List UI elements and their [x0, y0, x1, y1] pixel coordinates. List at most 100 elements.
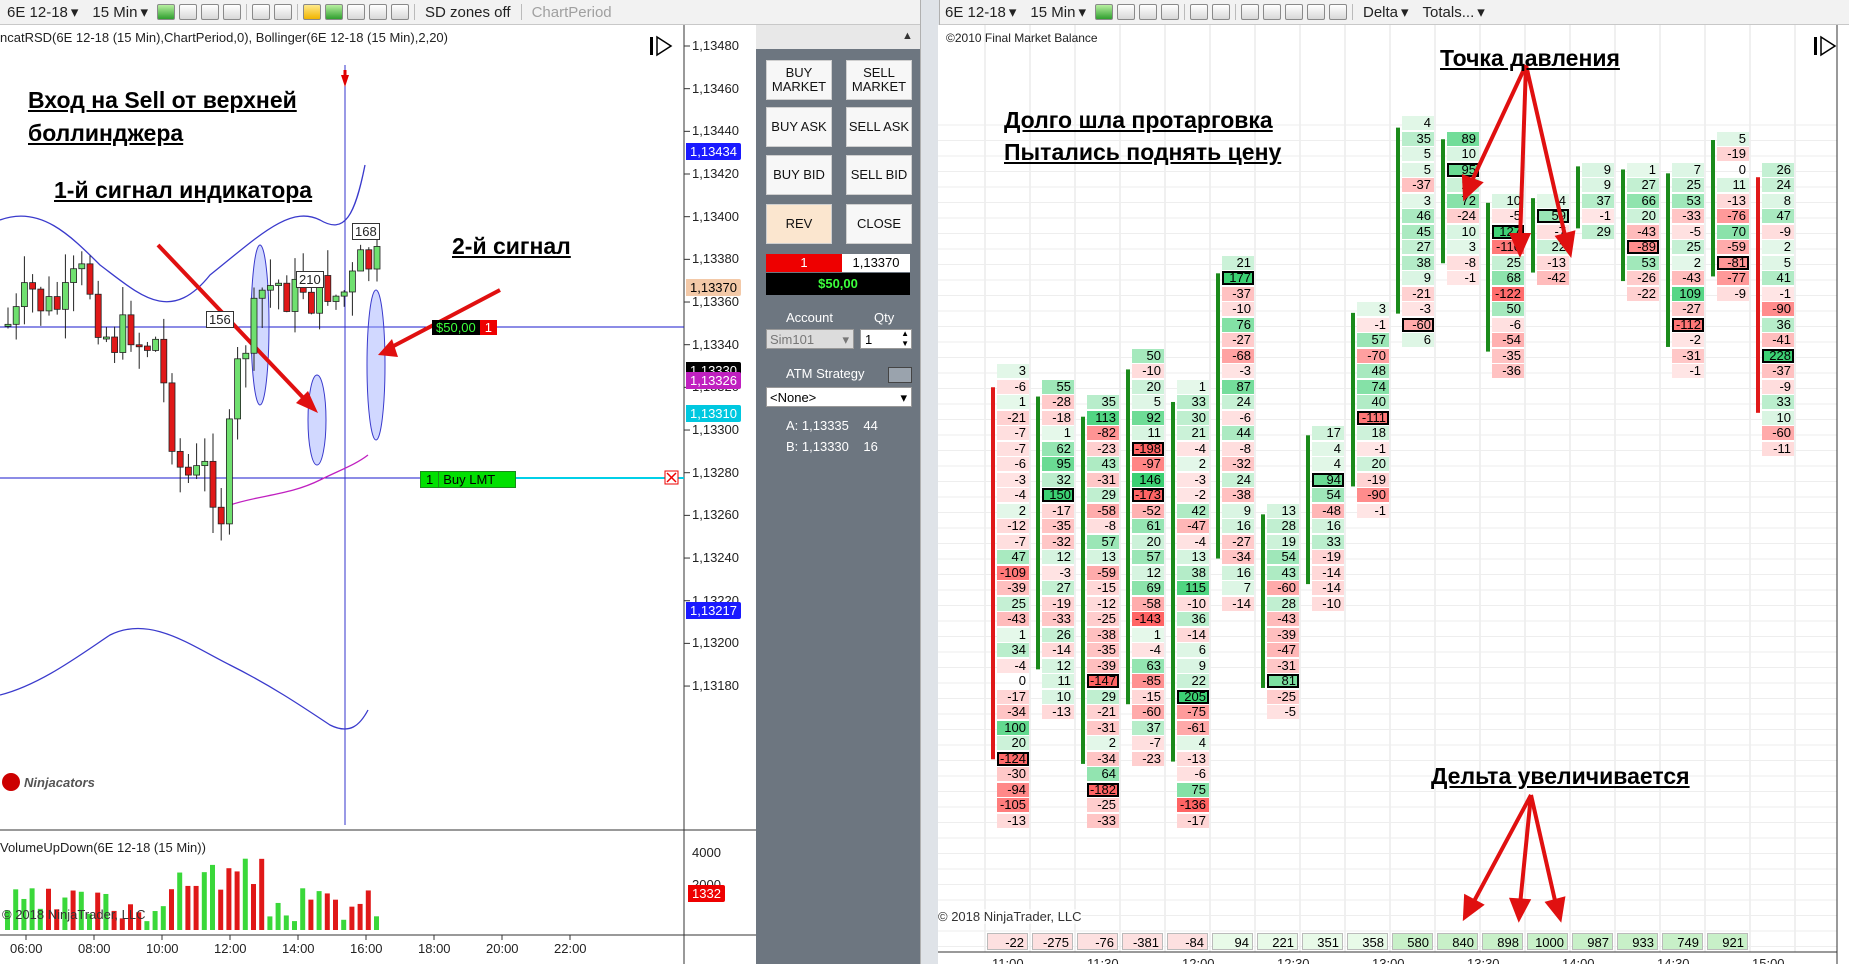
ninjacators-logo: Ninjacators	[2, 773, 95, 791]
footprint-cell: 22	[1177, 674, 1209, 688]
footprint-cell: -25	[1087, 612, 1119, 626]
delta-bar	[1036, 396, 1040, 670]
data-box-icon[interactable]	[1328, 4, 1347, 20]
footprint-cell: -13	[1177, 751, 1209, 766]
sell-market-button[interactable]: SELL MARKET	[846, 60, 912, 100]
footprint-cell: -147	[1087, 674, 1119, 688]
scroll-up-icon[interactable]: ▲	[902, 30, 913, 42]
footprint-cell: 42	[1177, 503, 1209, 518]
indicators-icon[interactable]	[1262, 4, 1281, 20]
sell-ask-button[interactable]: SELL ASK	[846, 107, 912, 147]
price-chart-pane[interactable]: ncatRSD(6E 12-18 (15 Min),ChartPeriod,0)…	[0, 25, 756, 964]
toolbar-divider	[1183, 4, 1185, 20]
sell-bid-button[interactable]: SELL BID	[846, 155, 912, 195]
zoom-icon[interactable]	[1160, 4, 1179, 20]
footprint-cell: -31	[1672, 348, 1704, 363]
candle-body	[242, 352, 250, 360]
instrument-selector[interactable]: 6E 12-18 ▾	[938, 3, 1023, 22]
position-badge[interactable]: $50,00 1	[432, 320, 497, 335]
footprint-cell: -5	[1267, 705, 1299, 719]
templates-icon[interactable]	[1306, 4, 1325, 20]
footprint-cell: 48	[1357, 364, 1389, 378]
footprint-cell: -1	[1357, 317, 1389, 332]
footprint-cell: 13	[1087, 550, 1119, 564]
price-tick-label: 1,13440	[692, 123, 739, 139]
annotation-pressure-point: Точка давления	[1440, 45, 1620, 71]
interval-selector[interactable]: 15 Min ▾	[85, 3, 155, 22]
reverse-button[interactable]: REV	[766, 204, 832, 244]
play-icon[interactable]	[1814, 37, 1817, 55]
candle-tag: 210	[296, 271, 324, 288]
templates-icon[interactable]	[368, 4, 387, 20]
data-box-icon[interactable]	[390, 4, 409, 20]
qty-stepper[interactable]: 1 ▲ ▼	[860, 329, 912, 349]
sd-zones-toggle[interactable]: SD zones off	[418, 4, 518, 21]
buy-limit-order-badge[interactable]: 1 Buy LMT	[420, 471, 517, 488]
totals-selector[interactable]: Totals... ▾	[1416, 3, 1492, 22]
footprint-cell: 25	[997, 596, 1029, 611]
atm-settings-button[interactable]	[888, 367, 912, 383]
chart-period-button[interactable]: ChartPeriod	[525, 4, 619, 21]
crosshair-icon[interactable]	[200, 4, 219, 20]
buy-ask-button[interactable]: BUY ASK	[766, 107, 832, 147]
footprint-cell: 1	[1177, 379, 1209, 394]
price-marker: 1,13310	[686, 405, 741, 422]
footprint-cell: 13	[1267, 503, 1299, 518]
footprint-cell: 19	[1267, 534, 1299, 549]
stepper-arrows-icon[interactable]: ▲ ▼	[901, 329, 909, 349]
play-icon[interactable]	[1820, 35, 1837, 57]
volume-bar	[333, 899, 338, 930]
buy-market-button[interactable]: BUY MARKET	[766, 60, 832, 100]
delta-mode-selector[interactable]: Delta ▾	[1356, 3, 1416, 22]
instrument-selector[interactable]: 6E 12-18 ▾	[0, 3, 85, 22]
footprint-chart-pane[interactable]: ©2010 Final Market Balance 3 -6 1 -21 -7 -7 -6…	[938, 25, 1849, 964]
cursor-icon[interactable]	[251, 4, 270, 20]
footprint-cell: -1	[1357, 441, 1389, 456]
footprint-cell: -58	[1132, 596, 1164, 611]
footprint-cell: 29	[1582, 224, 1614, 239]
footprint-cell: -5	[1672, 224, 1704, 239]
chart-trader-icon[interactable]	[302, 4, 321, 20]
crosshair-icon[interactable]	[1138, 4, 1157, 20]
footprint-cell: -110	[1492, 240, 1524, 254]
footprint-cell: -4	[997, 658, 1029, 673]
close-position-button[interactable]: CLOSE	[846, 204, 912, 244]
footprint-cell: 228	[1762, 348, 1794, 363]
footprint-cell: -85	[1132, 674, 1164, 688]
bar-type-icon[interactable]	[156, 4, 175, 20]
interval-selector[interactable]: 15 Min ▾	[1023, 3, 1093, 22]
candle-body	[357, 249, 365, 272]
volume-bar	[210, 864, 215, 930]
account-select[interactable]: Sim101 ▾	[766, 329, 854, 349]
chart-trader-icon[interactable]	[1240, 4, 1259, 20]
strategies-icon[interactable]	[1284, 4, 1303, 20]
footprint-cell: -19	[1042, 596, 1074, 611]
candle-body	[307, 291, 315, 314]
footprint-cell: -68	[1222, 348, 1254, 363]
time-tick-label: 15:00	[1752, 956, 1785, 964]
zoom-icon[interactable]	[222, 4, 241, 20]
atm-strategy-select[interactable]: <None> ▾	[766, 387, 912, 407]
properties-icon[interactable]	[1211, 4, 1230, 20]
play-icon[interactable]	[656, 35, 673, 57]
delta-bar	[1576, 166, 1580, 229]
cursor-icon[interactable]	[1189, 4, 1208, 20]
time-tick-label: 10:00	[146, 941, 179, 956]
footprint-cell: -14	[1222, 596, 1254, 611]
footprint-cell: -182	[1087, 782, 1119, 797]
indicators-icon[interactable]	[324, 4, 343, 20]
footprint-cell: -76	[1717, 209, 1749, 223]
footprint-cell: 1	[997, 627, 1029, 642]
window-splitter[interactable]	[920, 0, 940, 964]
volume-bar	[259, 858, 265, 930]
pencil-icon[interactable]	[1116, 4, 1135, 20]
footprint-cell: -33	[1087, 813, 1119, 828]
bar-type-icon[interactable]	[1094, 4, 1113, 20]
buy-bid-button[interactable]: BUY BID	[766, 155, 832, 195]
play-icon[interactable]	[650, 37, 653, 55]
footprint-cell: -34	[1087, 751, 1119, 766]
strategies-icon[interactable]	[346, 4, 365, 20]
volume-bar	[324, 893, 330, 930]
properties-icon[interactable]	[273, 4, 292, 20]
pencil-icon[interactable]	[178, 4, 197, 20]
